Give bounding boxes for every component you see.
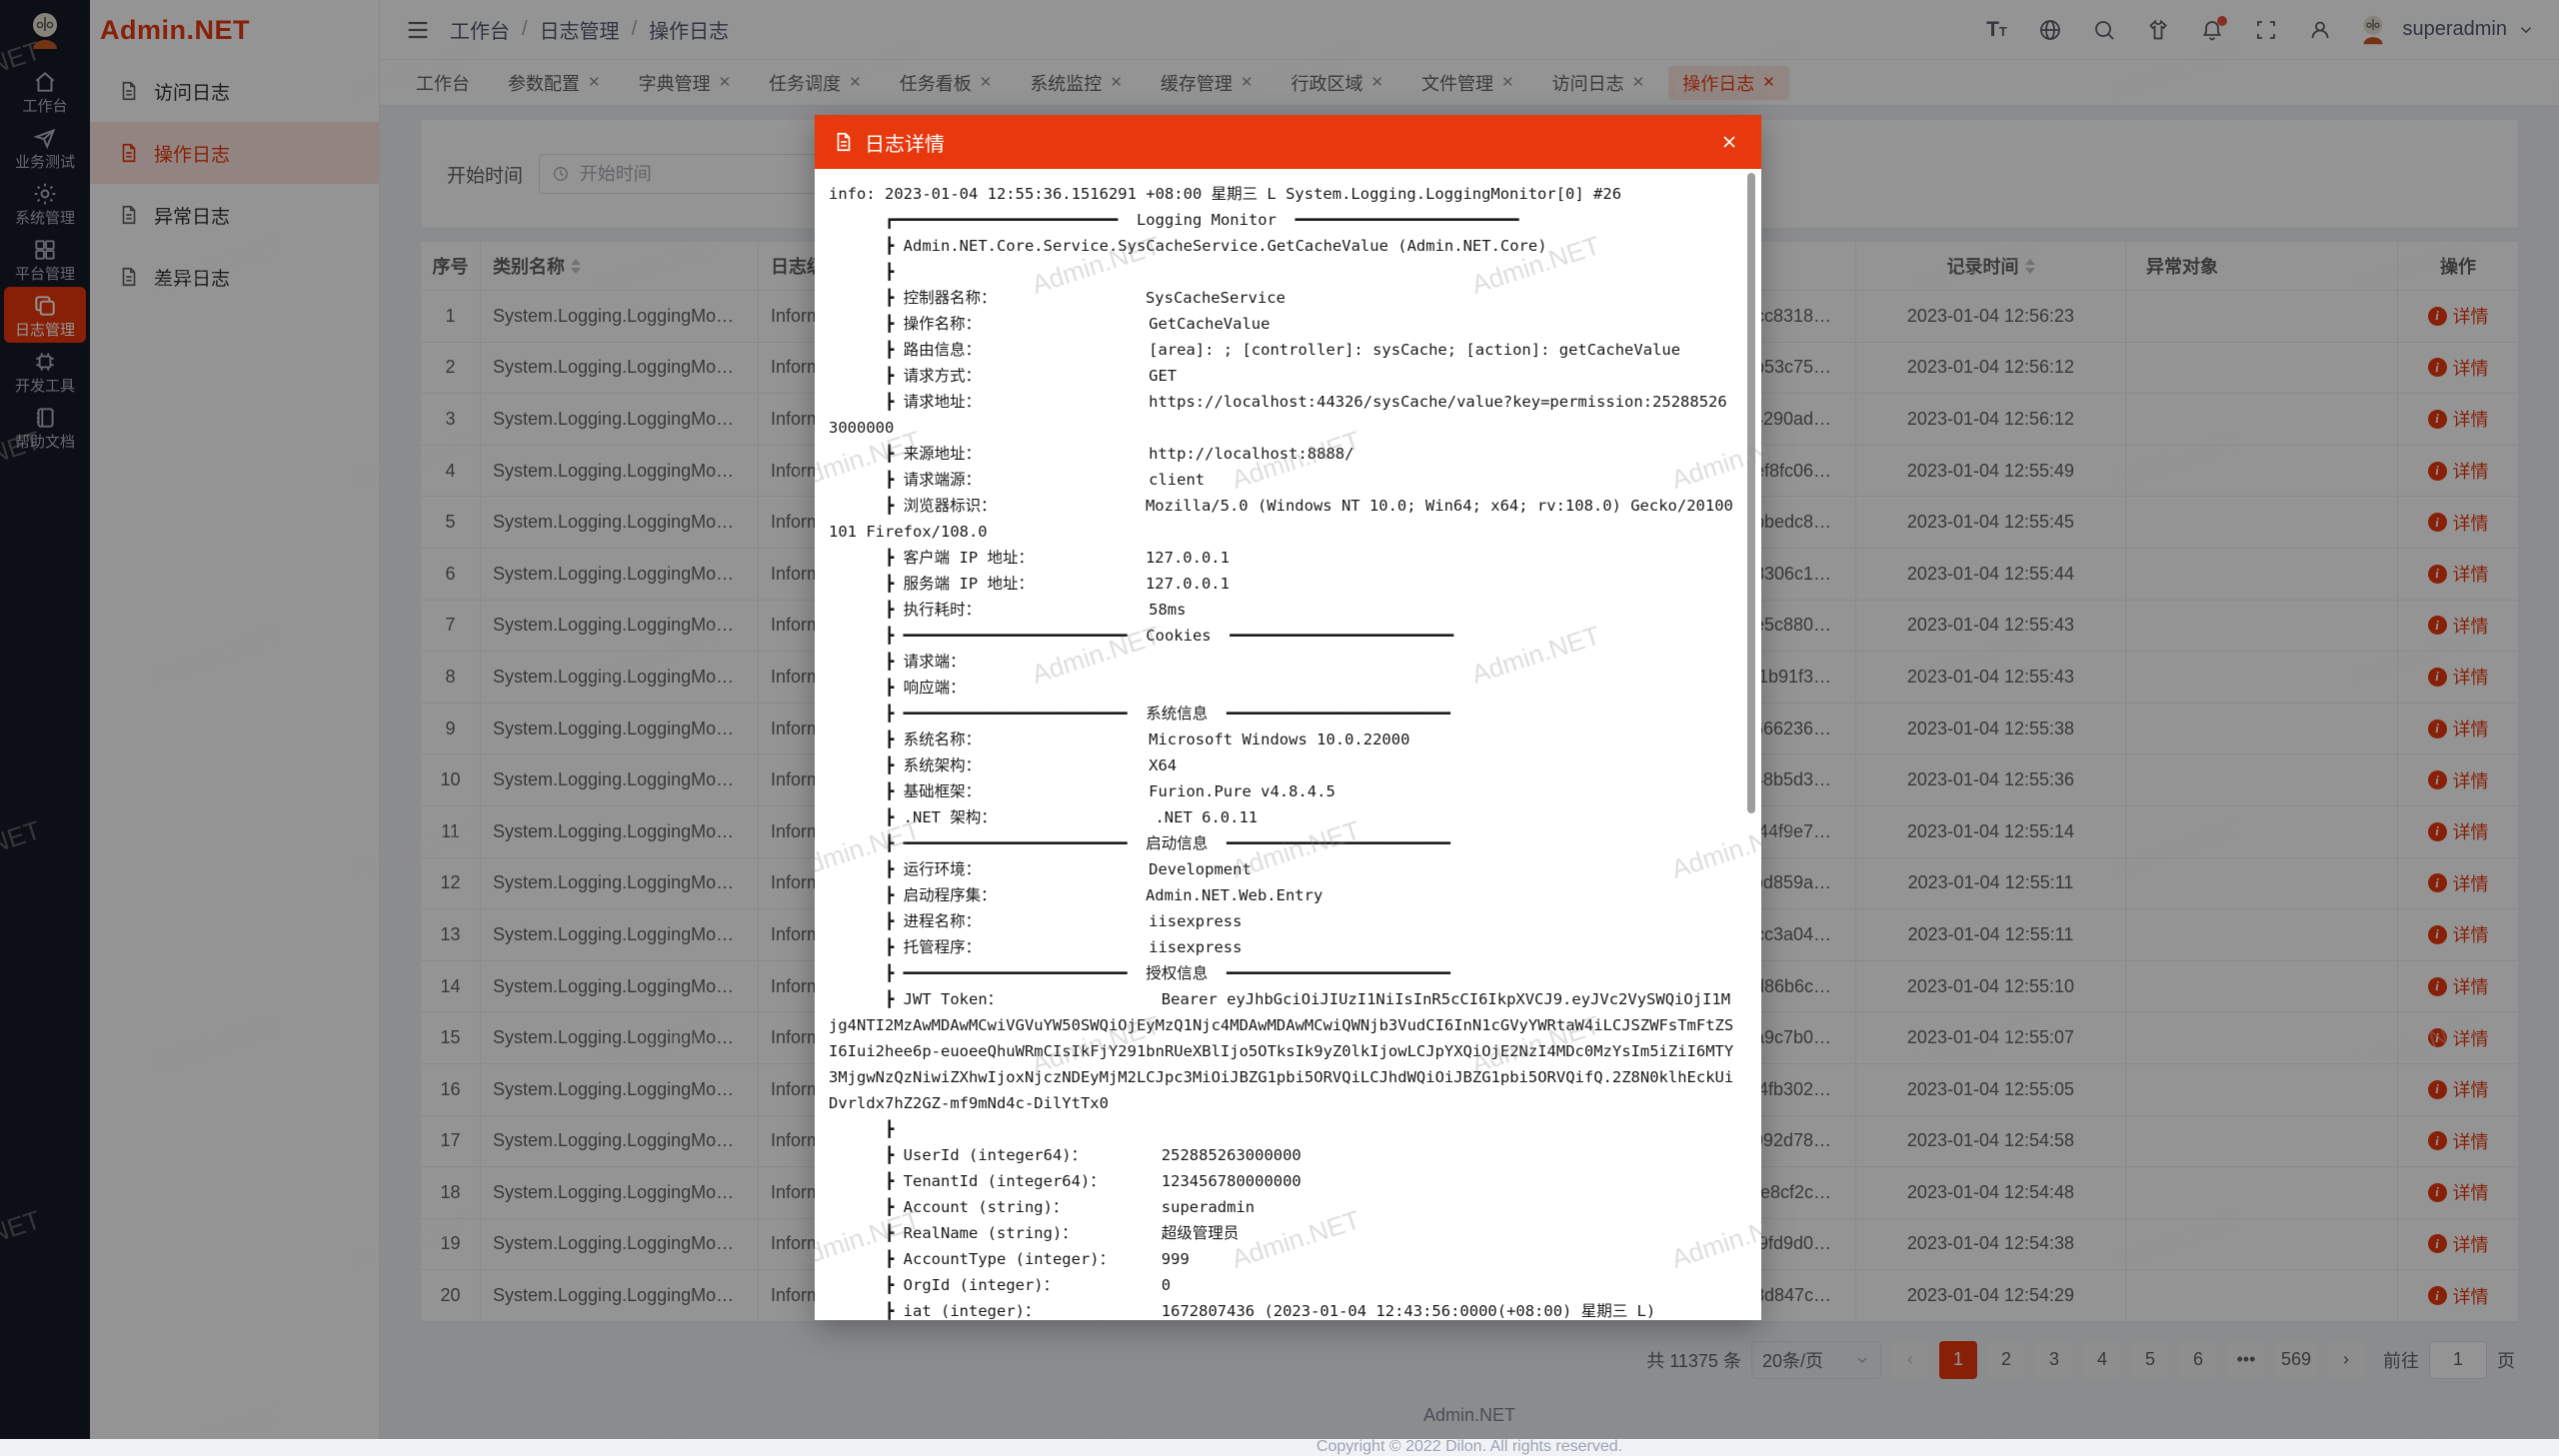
- scrollbar-thumb[interactable]: [1747, 173, 1755, 813]
- log-detail-text: info: 2023-01-04 12:55:36.1516291 +08:00…: [829, 181, 1735, 1320]
- log-detail-dialog: 日志详情 info: 2023-01-04 12:55:36.1516291 +…: [815, 115, 1761, 1320]
- dialog-scrollbar[interactable]: [1747, 173, 1755, 1316]
- dialog-title: 日志详情: [865, 128, 945, 157]
- document-icon: [833, 131, 855, 153]
- dialog-header: 日志详情: [815, 115, 1761, 169]
- app-root: 工作台业务测试系统管理平台管理日志管理开发工具帮助文档 Admin.NET 访问…: [0, 0, 2559, 1439]
- dialog-body: info: 2023-01-04 12:55:36.1516291 +08:00…: [815, 169, 1761, 1320]
- close-icon[interactable]: [1715, 128, 1743, 156]
- footer-copyright: Copyright © 2022 Dilon. All rights reser…: [380, 1438, 2559, 1456]
